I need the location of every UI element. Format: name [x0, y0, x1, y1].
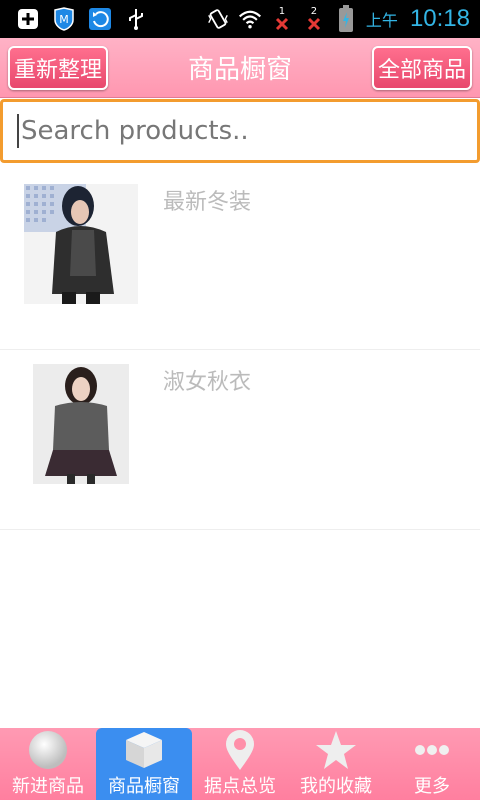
battery-icon: [334, 5, 358, 32]
sim2-label: 2: [310, 6, 318, 17]
product-title: 淑女秋衣: [163, 370, 252, 395]
shield-icon: M: [52, 7, 76, 31]
tab-label: 据点总览: [204, 776, 276, 797]
star-icon: [312, 728, 360, 772]
more-icon: [408, 728, 456, 772]
product-thumbnail: [33, 364, 129, 484]
tab-showcase[interactable]: 商品橱窗: [96, 728, 192, 800]
search-input[interactable]: [20, 116, 477, 146]
map-pin-icon: [216, 728, 264, 772]
product-list: 最新冬装 淑女秋衣: [0, 170, 480, 530]
product-thumbnail: [24, 184, 138, 304]
bottom-nav: 新进商品 商品橱窗 据点总览 我的收藏 更多: [0, 728, 480, 800]
search-box[interactable]: [0, 99, 480, 163]
circle-icon: [24, 728, 72, 772]
signal-icon: 1: [270, 7, 294, 31]
list-item[interactable]: 最新冬装: [0, 170, 480, 350]
tab-label: 更多: [414, 776, 450, 797]
list-item[interactable]: 淑女秋衣: [0, 350, 480, 530]
refresh-button[interactable]: 重新整理: [8, 45, 109, 90]
tab-new-products[interactable]: 新进商品: [0, 728, 96, 800]
clock-time: 10:18: [409, 5, 470, 32]
wifi-icon: [238, 7, 262, 31]
text-cursor: [17, 114, 19, 148]
refresh-icon: [88, 7, 112, 31]
signal-icon: 2: [302, 7, 326, 31]
add-icon: [16, 7, 40, 31]
tab-favorites[interactable]: 我的收藏: [288, 728, 384, 800]
tab-label: 我的收藏: [300, 776, 372, 797]
tab-more[interactable]: 更多: [384, 728, 480, 800]
box-icon: [120, 728, 168, 772]
title-bar: 商品橱窗 重新整理 全部商品: [0, 38, 480, 98]
tab-label: 商品橱窗: [108, 776, 180, 797]
all-products-button[interactable]: 全部商品: [371, 45, 472, 90]
tab-label: 新进商品: [12, 776, 84, 797]
tab-locations[interactable]: 据点总览: [192, 728, 288, 800]
vibrate-icon: [206, 7, 230, 31]
product-title: 最新冬装: [163, 190, 252, 215]
usb-icon: [124, 7, 148, 31]
sim1-label: 1: [278, 6, 286, 17]
clock-ampm: 上午: [365, 11, 398, 30]
svg-text:M: M: [59, 13, 69, 26]
status-bar: M 1 2 上午 10:18: [0, 0, 480, 38]
